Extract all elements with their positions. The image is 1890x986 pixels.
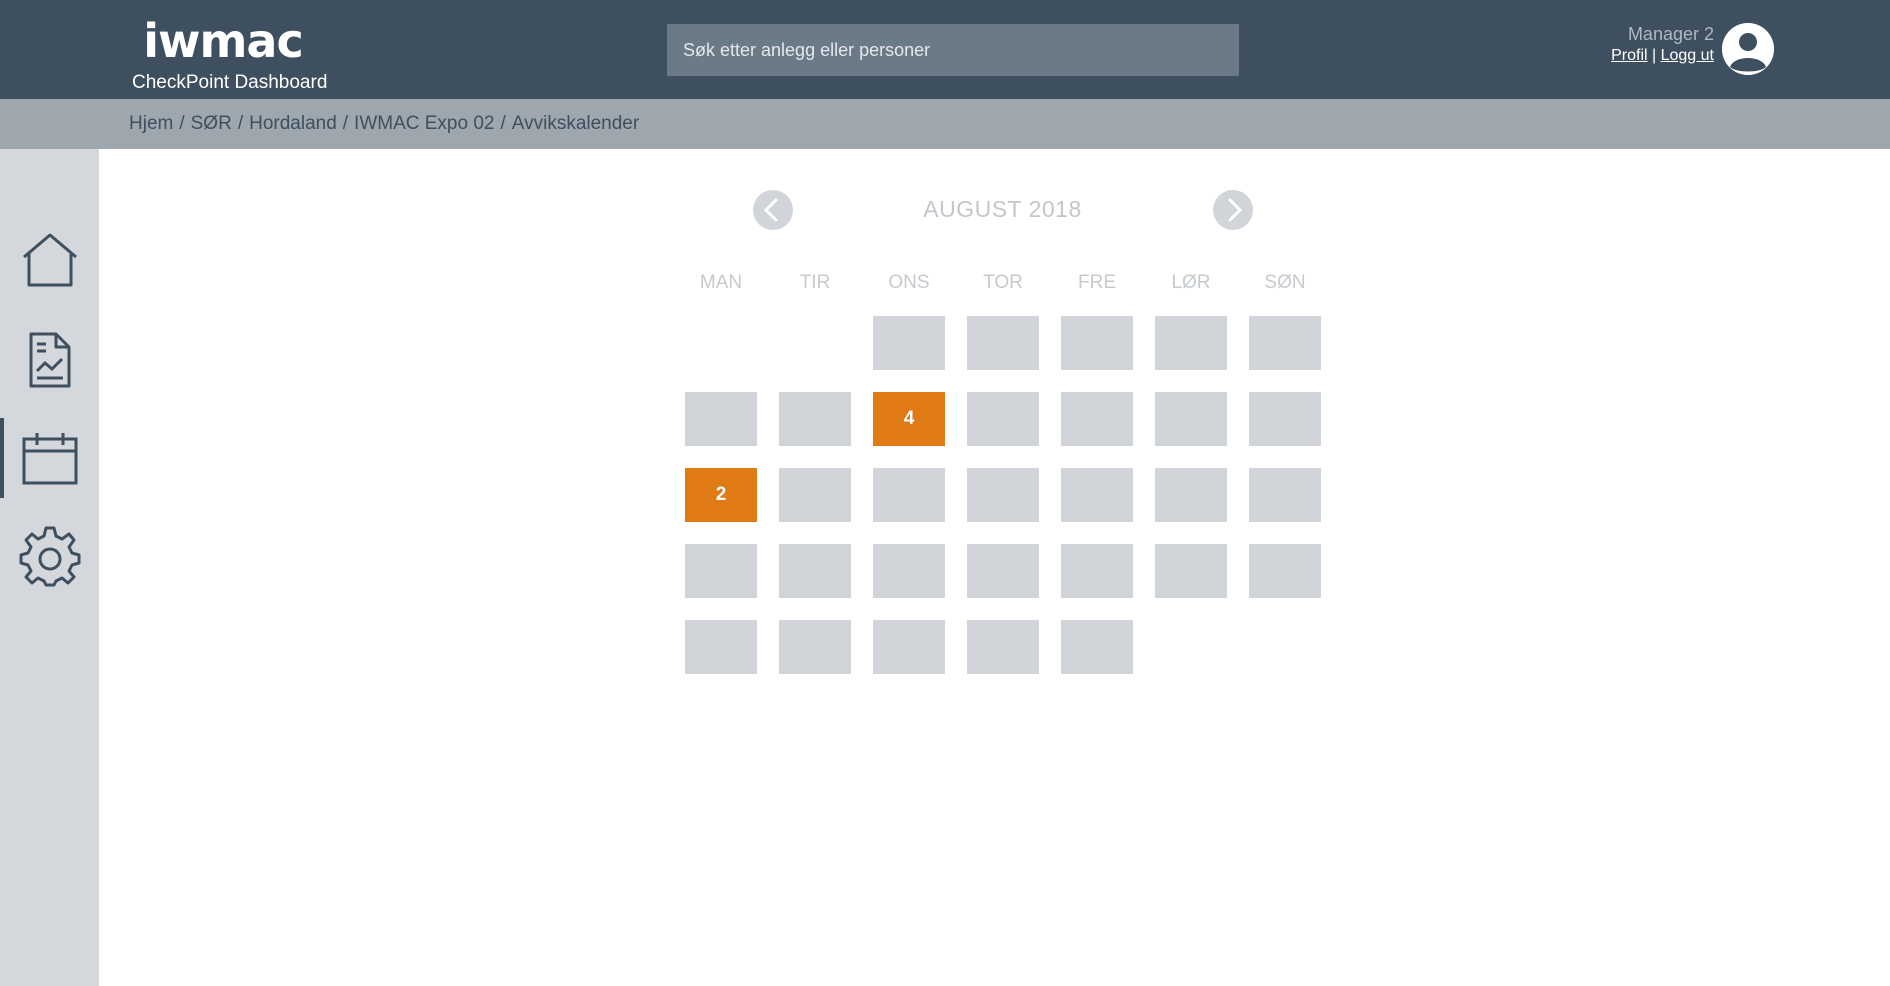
calendar-day-cell[interactable] — [779, 392, 851, 446]
calendar-day-cell[interactable] — [873, 316, 945, 370]
calendar-day-cell[interactable] — [1155, 316, 1227, 370]
weekday-header: FRE — [1078, 272, 1116, 293]
calendar-day-cell[interactable] — [873, 468, 945, 522]
breadcrumb-site[interactable]: IWMAC Expo 02 — [354, 113, 494, 134]
gear-icon — [19, 526, 80, 587]
weekday-header: TIR — [799, 272, 831, 293]
month-label: AUGUST 2018 — [923, 196, 1082, 222]
report-icon — [29, 332, 70, 388]
sidebar — [0, 149, 99, 986]
deviation-count-cell[interactable]: 4 — [873, 392, 945, 446]
deviation-count-cell[interactable]: 2 — [685, 468, 757, 522]
breadcrumb-current: Avvikskalender — [511, 113, 640, 134]
logo[interactable]: iwmac CheckPoint Dashboard — [132, 14, 328, 94]
weekday-header: MAN — [699, 272, 743, 293]
logo-wordmark: iwmac — [143, 14, 304, 68]
calendar-day-cell[interactable] — [1061, 468, 1133, 522]
sidebar-item-calendar[interactable] — [0, 418, 99, 498]
calendar-day-cell[interactable] — [779, 468, 851, 522]
breadcrumb-county[interactable]: Hordaland — [249, 113, 337, 134]
calendar-day-cell[interactable] — [1249, 468, 1321, 522]
calendar-icon — [22, 433, 77, 485]
breadcrumb-region[interactable]: SØR — [191, 113, 232, 134]
calendar-day-cell[interactable] — [967, 316, 1039, 370]
link-separator: | — [1652, 47, 1657, 64]
weekday-header: ONS — [888, 272, 930, 293]
weekday-header: LØR — [1171, 272, 1211, 293]
calendar-day-cell[interactable] — [967, 468, 1039, 522]
next-month-button[interactable] — [1213, 190, 1253, 230]
profile-link[interactable]: Profil — [1611, 47, 1647, 64]
calendar-day-cell[interactable] — [685, 392, 757, 446]
calendar-day-cell[interactable] — [1155, 392, 1227, 446]
calendar-day-cell[interactable] — [1249, 392, 1321, 446]
calendar-day-cell[interactable] — [967, 392, 1039, 446]
user-block: Manager 2 Profil | Logg ut — [1611, 24, 1714, 65]
calendar-day-cell[interactable] — [779, 620, 851, 674]
calendar-day-cell[interactable] — [1155, 544, 1227, 598]
breadcrumb-home[interactable]: Hjem — [129, 113, 173, 134]
breadcrumb: Hjem / SØR / Hordaland / IWMAC Expo 02/Avviksk… — [129, 113, 640, 134]
calendar-day-cell[interactable] — [873, 544, 945, 598]
app-subtitle: CheckPoint Dashboard — [132, 72, 328, 93]
logout-link[interactable]: Logg ut — [1661, 47, 1714, 64]
weekday-header: SØN — [1264, 272, 1306, 293]
chevron-left-icon — [763, 198, 778, 222]
avatar[interactable] — [1722, 23, 1774, 75]
calendar-day-cell[interactable] — [779, 544, 851, 598]
calendar-day-cell[interactable] — [1249, 544, 1321, 598]
weekday-header: TOR — [983, 272, 1023, 293]
breadcrumb-bar: Hjem / SØR / Hordaland / IWMAC Expo 02/Avviksk… — [0, 99, 1890, 149]
calendar-day-cell[interactable] — [1061, 544, 1133, 598]
home-icon — [22, 233, 77, 287]
calendar-day-cell[interactable] — [1155, 468, 1227, 522]
calendar-day-cell[interactable] — [1061, 620, 1133, 674]
sidebar-item-reports[interactable] — [0, 320, 99, 400]
user-links: Profil | Logg ut — [1611, 47, 1714, 65]
calendar-day-cell[interactable] — [685, 620, 757, 674]
calendar-day-cell[interactable] — [1249, 316, 1321, 370]
calendar-day-cell[interactable] — [1061, 316, 1133, 370]
sidebar-item-settings[interactable] — [0, 516, 99, 596]
sidebar-item-home[interactable] — [0, 220, 99, 300]
calendar-day-cell[interactable] — [967, 620, 1039, 674]
user-avatar-icon — [1722, 23, 1774, 75]
top-header: iwmac CheckPoint Dashboard Manager 2 Pro… — [0, 0, 1890, 99]
calendar-day-cell[interactable] — [873, 620, 945, 674]
calendar-day-cell[interactable] — [685, 544, 757, 598]
calendar-day-cell[interactable] — [967, 544, 1039, 598]
prev-month-button[interactable] — [753, 190, 793, 230]
search-input[interactable] — [667, 24, 1239, 76]
user-name: Manager 2 — [1627, 24, 1714, 44]
chevron-right-icon — [1228, 198, 1243, 222]
calendar-day-cell[interactable] — [1061, 392, 1133, 446]
